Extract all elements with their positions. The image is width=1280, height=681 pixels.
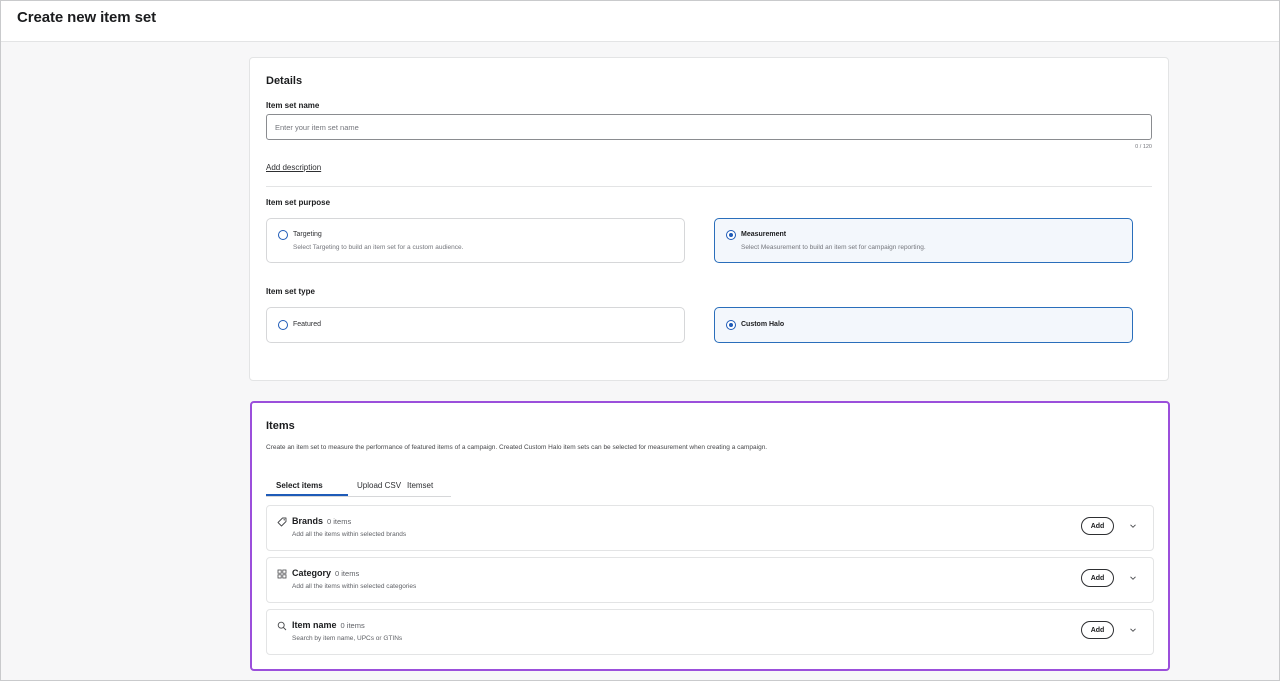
option-description: Select Measurement to build an item set … [741,244,926,251]
option-description: Select Targeting to build an item set fo… [293,244,464,251]
radio-featured[interactable] [278,320,288,330]
row-title: Category 0 items [292,568,360,578]
item-set-name-label: Item set name [266,101,320,110]
search-icon [277,621,287,631]
chevron-down-icon[interactable] [1129,626,1137,634]
list-item-item-name: Item name 0 items Search by item name, UP… [266,609,1154,655]
item-set-name-input[interactable] [266,114,1152,140]
top-bar: Create new item set [1,1,1279,42]
row-title: Item name 0 items [292,620,365,630]
type-option-featured[interactable]: Featured [266,307,685,343]
option-title: Measurement [741,231,787,238]
row-title: Brands 0 items [292,516,352,526]
row-description: Add all the items within selected brands [292,531,407,538]
item-set-purpose-label: Item set purpose [266,198,331,207]
radio-measurement[interactable] [726,230,736,240]
details-title: Details [266,75,303,87]
option-title: Custom Halo [741,321,785,328]
chevron-down-icon[interactable] [1129,522,1137,530]
items-title: Items [266,420,295,432]
purpose-option-measurement[interactable]: Measurement Select Measurement to build … [714,218,1133,263]
row-description: Add all the items within selected catego… [292,583,417,590]
row-description: Search by item name, UPCs or GTINs [292,635,403,642]
row-count: 0 items [340,621,365,630]
page-title: Create new item set [17,9,156,26]
add-category-button[interactable]: Add [1081,569,1114,587]
item-set-type-label: Item set type [266,287,315,296]
details-card: Details Item set name 0 / 120 Add descri… [249,57,1169,381]
items-tabs: Select items Upload CSV Itemset [266,475,451,497]
option-title: Targeting [293,231,322,238]
row-count: 0 items [335,569,360,578]
chevron-down-icon[interactable] [1129,574,1137,582]
active-tab-indicator [266,494,348,496]
add-description-link[interactable]: Add description [266,163,321,172]
option-title: Featured [293,321,322,328]
row-count: 0 items [327,517,352,526]
char-counter: 0 / 120 [1135,144,1152,150]
list-item-brands: Brands 0 items Add all the items within s… [266,505,1154,551]
tab-upload-csv[interactable]: Upload CSV [357,481,401,490]
add-brands-button[interactable]: Add [1081,517,1114,535]
items-description: Create an item set to measure the perfor… [266,444,768,451]
purpose-option-targeting[interactable]: Targeting Select Targeting to build an i… [266,218,685,263]
type-option-custom-halo[interactable]: Custom Halo [714,307,1133,343]
radio-targeting[interactable] [278,230,288,240]
list-item-category: Category 0 items Add all the items within… [266,557,1154,603]
radio-custom-halo[interactable] [726,320,736,330]
tab-select-items[interactable]: Select items [276,481,323,490]
add-item-name-button[interactable]: Add [1081,621,1114,639]
grid-icon [277,569,287,579]
tab-itemset[interactable]: Itemset [407,481,433,490]
items-card: Items Create an item set to measure the … [250,401,1170,671]
tag-icon [277,517,287,527]
details-divider [266,186,1152,187]
